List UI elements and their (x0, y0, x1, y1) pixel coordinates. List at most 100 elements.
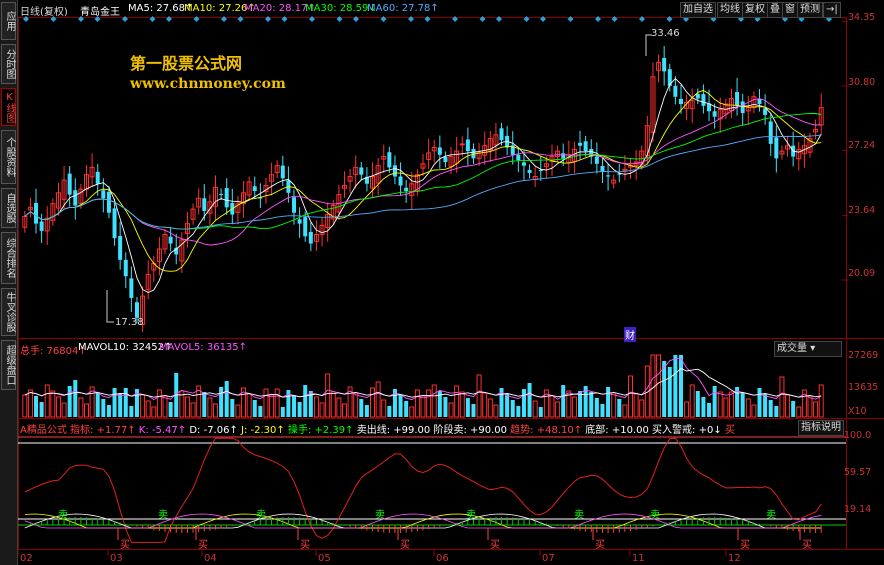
price-tick-1: 34.35 (848, 12, 876, 23)
chart-frame (18, 17, 847, 550)
candle-body-67 (398, 176, 403, 186)
candle-body-79 (465, 139, 470, 152)
volume-bar-35 (219, 387, 224, 417)
candle-body-131 (757, 98, 762, 104)
volume-bar-140 (807, 395, 813, 418)
event-diamond-4 (122, 16, 128, 22)
candle-body-96 (561, 153, 566, 159)
event-diamond-23 (567, 16, 574, 22)
volume-bar-83 (487, 398, 493, 418)
window-button[interactable]: 窗 (782, 2, 798, 18)
forecast-button[interactable]: 预测 (797, 2, 823, 18)
volume-bar-96 (561, 385, 566, 417)
ma10-line (24, 89, 822, 272)
candle-body-48 (292, 197, 297, 213)
high-annotation: 33.46 (651, 28, 680, 39)
indicator-value-3: J: -2.30↑ (237, 425, 285, 436)
buy-marker-0: 买 (120, 539, 130, 551)
volume-bar-99 (578, 391, 583, 417)
volume-bar-101 (589, 392, 594, 417)
volume-bar-77 (454, 385, 460, 418)
volume-bar-16 (112, 388, 117, 417)
event-diamond-20 (496, 16, 502, 22)
indicator-value-4: 操手: +2.39↑ (284, 425, 354, 436)
sell-marker-6: 卖 (650, 509, 660, 521)
sell-marker-2: 卖 (256, 509, 266, 521)
volume-bar-61 (364, 405, 369, 417)
add-watchlist-button[interactable]: 加自选 (680, 2, 716, 18)
volume-bar-79 (465, 398, 470, 417)
volume-dropdown[interactable]: 成交量 ▾ (774, 341, 842, 357)
volume-bar-64 (381, 399, 387, 418)
period-label[interactable]: 日线(复权) (20, 3, 68, 18)
event-diamond-24 (595, 16, 601, 22)
ma-line-button[interactable]: 均线 (717, 2, 743, 18)
sidebar-tab-5[interactable]: 综合排名 (1, 232, 16, 284)
candle-body-100 (583, 141, 588, 152)
buy-marker-2: 买 (300, 539, 310, 551)
sell-marker-0: 卖 (58, 509, 68, 521)
event-diamond-17 (424, 16, 431, 22)
volume-bar-0 (22, 394, 28, 418)
indicator-value-5: 卖出线: +99.00 (353, 425, 431, 436)
candle-body-116 (673, 85, 678, 97)
volume-bar-46 (280, 407, 285, 417)
volume-bar-21 (140, 394, 146, 418)
event-diamond-13 (336, 16, 343, 22)
volume-bar-73 (431, 384, 437, 418)
volume-bar-52 (313, 396, 319, 418)
volume-bar-7 (61, 402, 67, 418)
sidebar-tab-7[interactable]: 超级盘口 (1, 340, 16, 390)
month-label-7: 12 (728, 553, 741, 564)
volume-bar-45 (274, 388, 280, 418)
volume-bar-2 (34, 396, 39, 417)
volume-bar-34 (212, 403, 218, 418)
report-marker[interactable]: 财 (624, 327, 636, 342)
candle-body-35 (219, 193, 224, 195)
event-diamond-22 (540, 16, 546, 22)
candle-body-66 (392, 165, 397, 177)
volume-bar-95 (555, 401, 561, 418)
event-diamond-16 (408, 16, 414, 22)
event-diamond-7 (193, 16, 200, 22)
volume-bar-62 (370, 387, 376, 418)
event-diamond-15 (380, 16, 387, 22)
buy-marker-7: 买 (802, 539, 812, 551)
indicator-header: A精品公式 指标: +1.77↑ K: -5.47↑ D: -7.06↑ J: … (20, 421, 735, 436)
volume-bar-134 (774, 406, 779, 417)
sell-marker-4: 卖 (466, 509, 476, 521)
candle-body-121 (701, 94, 706, 106)
restore-rights-button[interactable]: 复权 (742, 2, 768, 18)
volume-bar-133 (768, 400, 773, 417)
volume-bar-118 (684, 401, 690, 418)
candle-body-32 (202, 198, 207, 211)
event-diamond-8 (221, 16, 227, 22)
sidebar-tab-1[interactable]: 分时图 (1, 44, 16, 84)
volume-bar-125 (723, 397, 729, 418)
sidebar-tab-0[interactable]: 应用 (1, 2, 16, 40)
indicator-help-button[interactable]: 指标说明 (798, 420, 844, 436)
event-diamond-12 (309, 16, 315, 22)
volume-bar-65 (387, 406, 392, 417)
volume-bar-68 (404, 401, 409, 417)
volume-bar-132 (763, 394, 768, 417)
overlay-button[interactable]: 叠 (767, 2, 783, 18)
volume-bar-98 (571, 396, 577, 418)
collapse-button[interactable]: →| (823, 2, 841, 18)
volume-bar-67 (398, 395, 403, 417)
sidebar-tab-4[interactable]: 自选股 (1, 188, 16, 228)
chevron-down-icon: ▾ (810, 343, 816, 354)
candle-body-75 (443, 156, 448, 162)
volume-bar-121 (701, 397, 706, 417)
sidebar-tab-6[interactable]: 牛叉诊股 (1, 288, 16, 336)
volume-bar-48 (292, 396, 297, 417)
low-annotation: 17.38 (115, 317, 144, 328)
month-label-3: 05 (318, 553, 331, 564)
volume-bar-88 (516, 406, 521, 417)
volume-bar-33 (207, 397, 213, 418)
volume-bar-18 (123, 388, 128, 417)
volume-bar-40 (246, 393, 252, 418)
volume-bar-43 (263, 388, 269, 418)
sidebar-tab-2[interactable]: K线图 (1, 88, 16, 126)
sidebar-tab-3[interactable]: 个股资料 (1, 130, 16, 184)
